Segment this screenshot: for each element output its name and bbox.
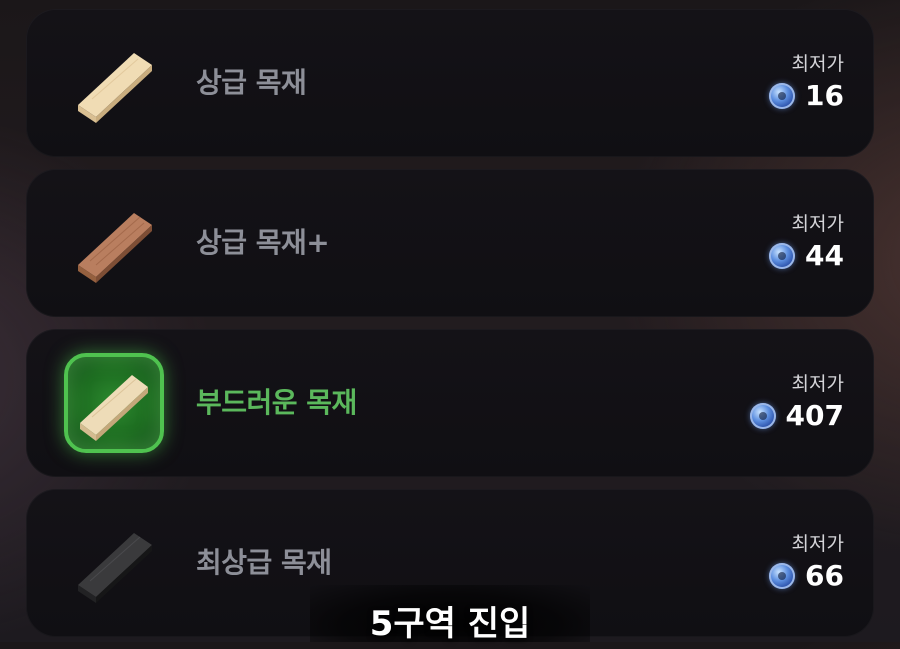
item-name: 최상급 목재 (196, 546, 332, 579)
light-wood-plank-icon (64, 33, 164, 133)
price-value: 66 (805, 559, 844, 592)
item-name: 부드러운 목재 (196, 386, 357, 419)
price-value: 16 (805, 79, 844, 112)
lowest-price-label: 최저가 (791, 373, 844, 395)
list-item-selected[interactable]: 부드러운 목재 최저가 407 (26, 329, 874, 477)
lowest-price-label: 최저가 (791, 533, 844, 555)
lowest-price-label: 최저가 (791, 213, 844, 235)
price: 16 (769, 79, 844, 112)
brown-wood-plank-icon (64, 193, 164, 293)
price-value: 44 (805, 239, 844, 272)
list-item[interactable]: 상급 목재+ 최저가 44 (26, 169, 874, 317)
lowest-price-label: 최저가 (791, 53, 844, 75)
soft-wood-plank-icon (64, 353, 164, 453)
price: 44 (769, 239, 844, 272)
price: 66 (769, 559, 844, 592)
material-list: 상급 목재 최저가 16 상급 목재+ 최저가 44 부드러운 목재 최저가 4… (26, 9, 874, 649)
coin-icon (769, 82, 796, 109)
price: 407 (749, 399, 844, 432)
item-name: 상급 목재+ (196, 226, 330, 259)
coin-icon (769, 242, 796, 269)
price-value: 407 (785, 399, 844, 432)
item-name: 상급 목재 (196, 66, 307, 99)
list-item[interactable]: 상급 목재 최저가 16 (26, 9, 874, 157)
coin-icon (769, 562, 796, 589)
coin-icon (749, 402, 776, 429)
zone-entry-banner: 5구역 진입 (369, 604, 531, 644)
